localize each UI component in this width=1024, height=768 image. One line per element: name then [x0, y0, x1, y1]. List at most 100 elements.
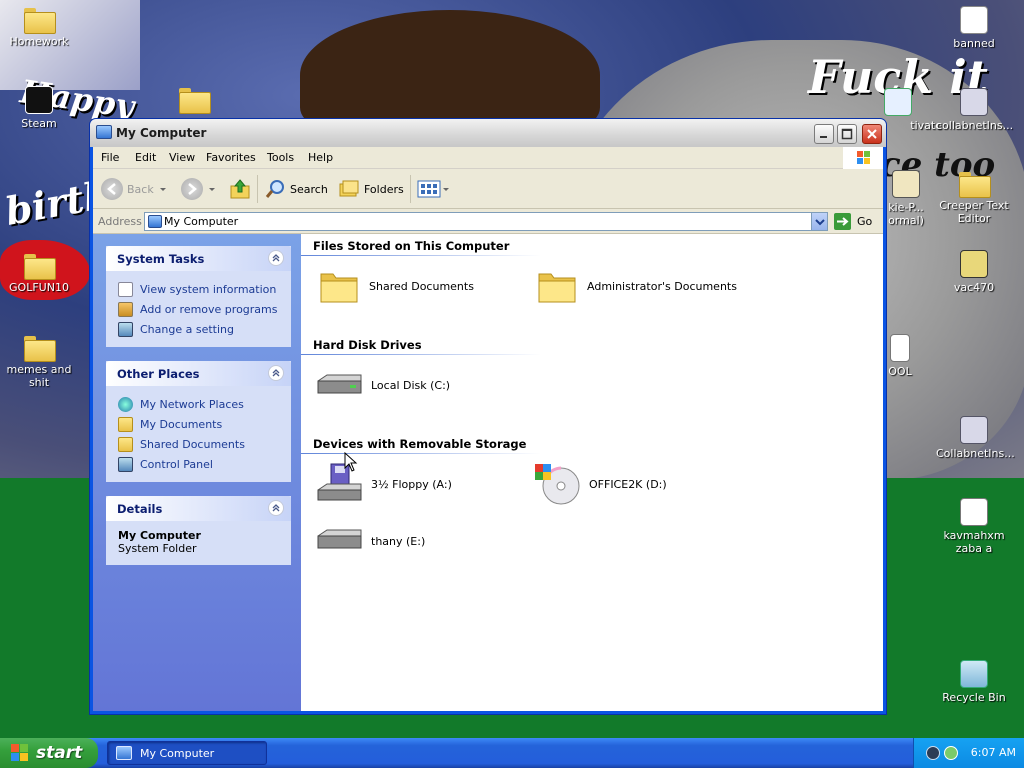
go-button[interactable]: Go — [834, 212, 878, 231]
folder-icon — [24, 336, 56, 362]
desktop-icon-recycle-bin[interactable]: Recycle Bin — [936, 658, 1012, 704]
computer-icon — [148, 215, 162, 228]
desktop-icon-kavmahxm[interactable]: kavmahxm zaba a — [936, 496, 1012, 555]
desktop-icon-collabnet-2[interactable]: CollabnetIns... — [936, 414, 1015, 460]
system-info-icon — [118, 281, 133, 297]
address-input[interactable]: My Computer — [144, 212, 828, 231]
minimize-icon — [820, 136, 827, 138]
forward-button[interactable] — [181, 176, 215, 202]
menu-file[interactable]: File — [101, 151, 119, 164]
task-change-setting[interactable]: Change a setting — [118, 319, 291, 339]
back-dropdown-icon — [159, 187, 166, 191]
desktop-icon-label: kavmahxm zaba a — [943, 529, 1005, 555]
start-button[interactable]: start — [0, 738, 98, 768]
desktop-icon-label: collabnetIns... — [936, 119, 1014, 132]
my-documents-icon — [118, 416, 133, 432]
task-view-system-info[interactable]: View system information — [118, 279, 291, 299]
system-tasks-header[interactable]: System Tasks — [106, 246, 291, 271]
menu-view[interactable]: View — [169, 151, 195, 164]
other-places-body: My Network Places My Documents Shared Do… — [106, 386, 291, 482]
group-header-hdd: Hard Disk Drives — [313, 338, 422, 352]
control-panel-icon — [118, 456, 133, 472]
item-thany-e[interactable]: thany (E:) — [315, 519, 425, 563]
taskbar-button-my-computer[interactable]: My Computer — [107, 741, 267, 765]
archive-7z-icon — [960, 250, 988, 278]
item-floppy-a[interactable]: 3½ Floppy (A:) — [315, 462, 452, 506]
menu-help[interactable]: Help — [308, 151, 333, 164]
network-places-icon — [118, 396, 133, 412]
item-shared-documents[interactable]: Shared Documents — [319, 264, 474, 308]
place-my-documents[interactable]: My Documents — [118, 414, 291, 434]
collapse-chevron-icon[interactable] — [268, 365, 284, 381]
toolbar-separator — [410, 175, 411, 203]
other-places-header[interactable]: Other Places — [106, 361, 291, 386]
go-label: Go — [857, 215, 873, 228]
window-titlebar[interactable]: My Computer — [90, 119, 886, 147]
address-bar: Address My Computer Go — [93, 210, 883, 234]
search-button[interactable]: Search — [264, 176, 328, 202]
item-local-disk-c[interactable]: Local Disk (C:) — [315, 363, 450, 407]
steam-tray-icon[interactable] — [926, 746, 940, 760]
folder-icon — [538, 273, 576, 303]
start-label: start — [36, 743, 83, 763]
group-divider — [301, 453, 541, 454]
close-button[interactable] — [862, 124, 882, 144]
desktop-icon-collabnet-1[interactable]: collabnetIns... — [936, 86, 1014, 132]
group-divider — [301, 354, 541, 355]
installer-icon — [960, 416, 988, 444]
media-file-icon — [960, 498, 988, 526]
back-button[interactable]: Back — [101, 176, 166, 202]
desktop-icon-label: OOL — [888, 365, 912, 378]
desktop-icon-creeper[interactable]: Creeper Text Editor — [936, 168, 1012, 225]
installer-icon — [960, 88, 988, 116]
desktop-icon-banned[interactable]: banned — [936, 4, 1012, 50]
views-button[interactable] — [417, 176, 449, 202]
menu-favorites[interactable]: Favorites — [206, 151, 256, 164]
maximize-icon — [841, 128, 853, 140]
hard-disk-icon — [317, 374, 362, 394]
clock[interactable]: 6:07 AM — [971, 746, 1016, 759]
menu-bar: File Edit View Favorites Tools Help — [93, 147, 883, 169]
folder-icon — [959, 172, 991, 198]
folders-label: Folders — [364, 182, 404, 196]
task-label: View system information — [140, 282, 277, 296]
desktop-icon-folder[interactable] — [156, 84, 232, 115]
setup-icon — [884, 88, 912, 116]
place-shared-documents[interactable]: Shared Documents — [118, 434, 291, 454]
folders-icon — [339, 180, 359, 197]
task-label: Add or remove programs — [140, 302, 278, 316]
address-dropdown-button[interactable] — [811, 213, 827, 230]
place-control-panel[interactable]: Control Panel — [118, 454, 291, 474]
desktop-icon-golfun10[interactable]: GOLFUN10 — [1, 250, 77, 294]
task-add-remove-programs[interactable]: Add or remove programs — [118, 299, 291, 319]
desktop-icon-memes[interactable]: memes and shit — [1, 332, 77, 389]
maximize-button[interactable] — [837, 124, 857, 144]
panel-title: Details — [117, 502, 163, 516]
menu-tools[interactable]: Tools — [267, 151, 294, 164]
folders-button[interactable]: Folders — [338, 176, 404, 202]
desktop-icon-vac470[interactable]: vac470 — [936, 248, 1012, 294]
item-office2k-d[interactable]: OFFICE2K (D:) — [533, 462, 667, 506]
place-my-network-places[interactable]: My Network Places — [118, 394, 291, 414]
up-folder-button[interactable] — [228, 176, 252, 202]
collapse-chevron-icon[interactable] — [268, 500, 284, 516]
collapse-chevron-icon[interactable] — [268, 250, 284, 266]
desktop-icon-label: banned — [953, 37, 995, 50]
system-tasks-panel: System Tasks View system information Add… — [106, 246, 291, 347]
network-tray-icon[interactable] — [944, 746, 958, 760]
desktop-icon-label: memes and shit — [6, 363, 72, 389]
desktop-icon-homework[interactable]: Homework — [1, 4, 77, 48]
minimize-button[interactable] — [814, 124, 834, 144]
group-divider — [301, 255, 541, 256]
content-pane: Files Stored on This Computer Shared Doc… — [301, 234, 883, 711]
desktop-icon-label: Steam — [21, 117, 57, 130]
address-value: My Computer — [164, 215, 239, 228]
task-pane: System Tasks View system information Add… — [93, 234, 301, 711]
item-administrators-documents[interactable]: Administrator's Documents — [537, 264, 737, 308]
menu-edit[interactable]: Edit — [135, 151, 156, 164]
desktop-icon-label: Creeper Text Editor — [939, 199, 1009, 225]
details-header[interactable]: Details — [106, 496, 291, 521]
desktop-icon-steam[interactable]: Steam — [1, 84, 77, 130]
desktop-icon-label: GOLFUN10 — [9, 281, 69, 294]
views-icon — [417, 180, 441, 198]
